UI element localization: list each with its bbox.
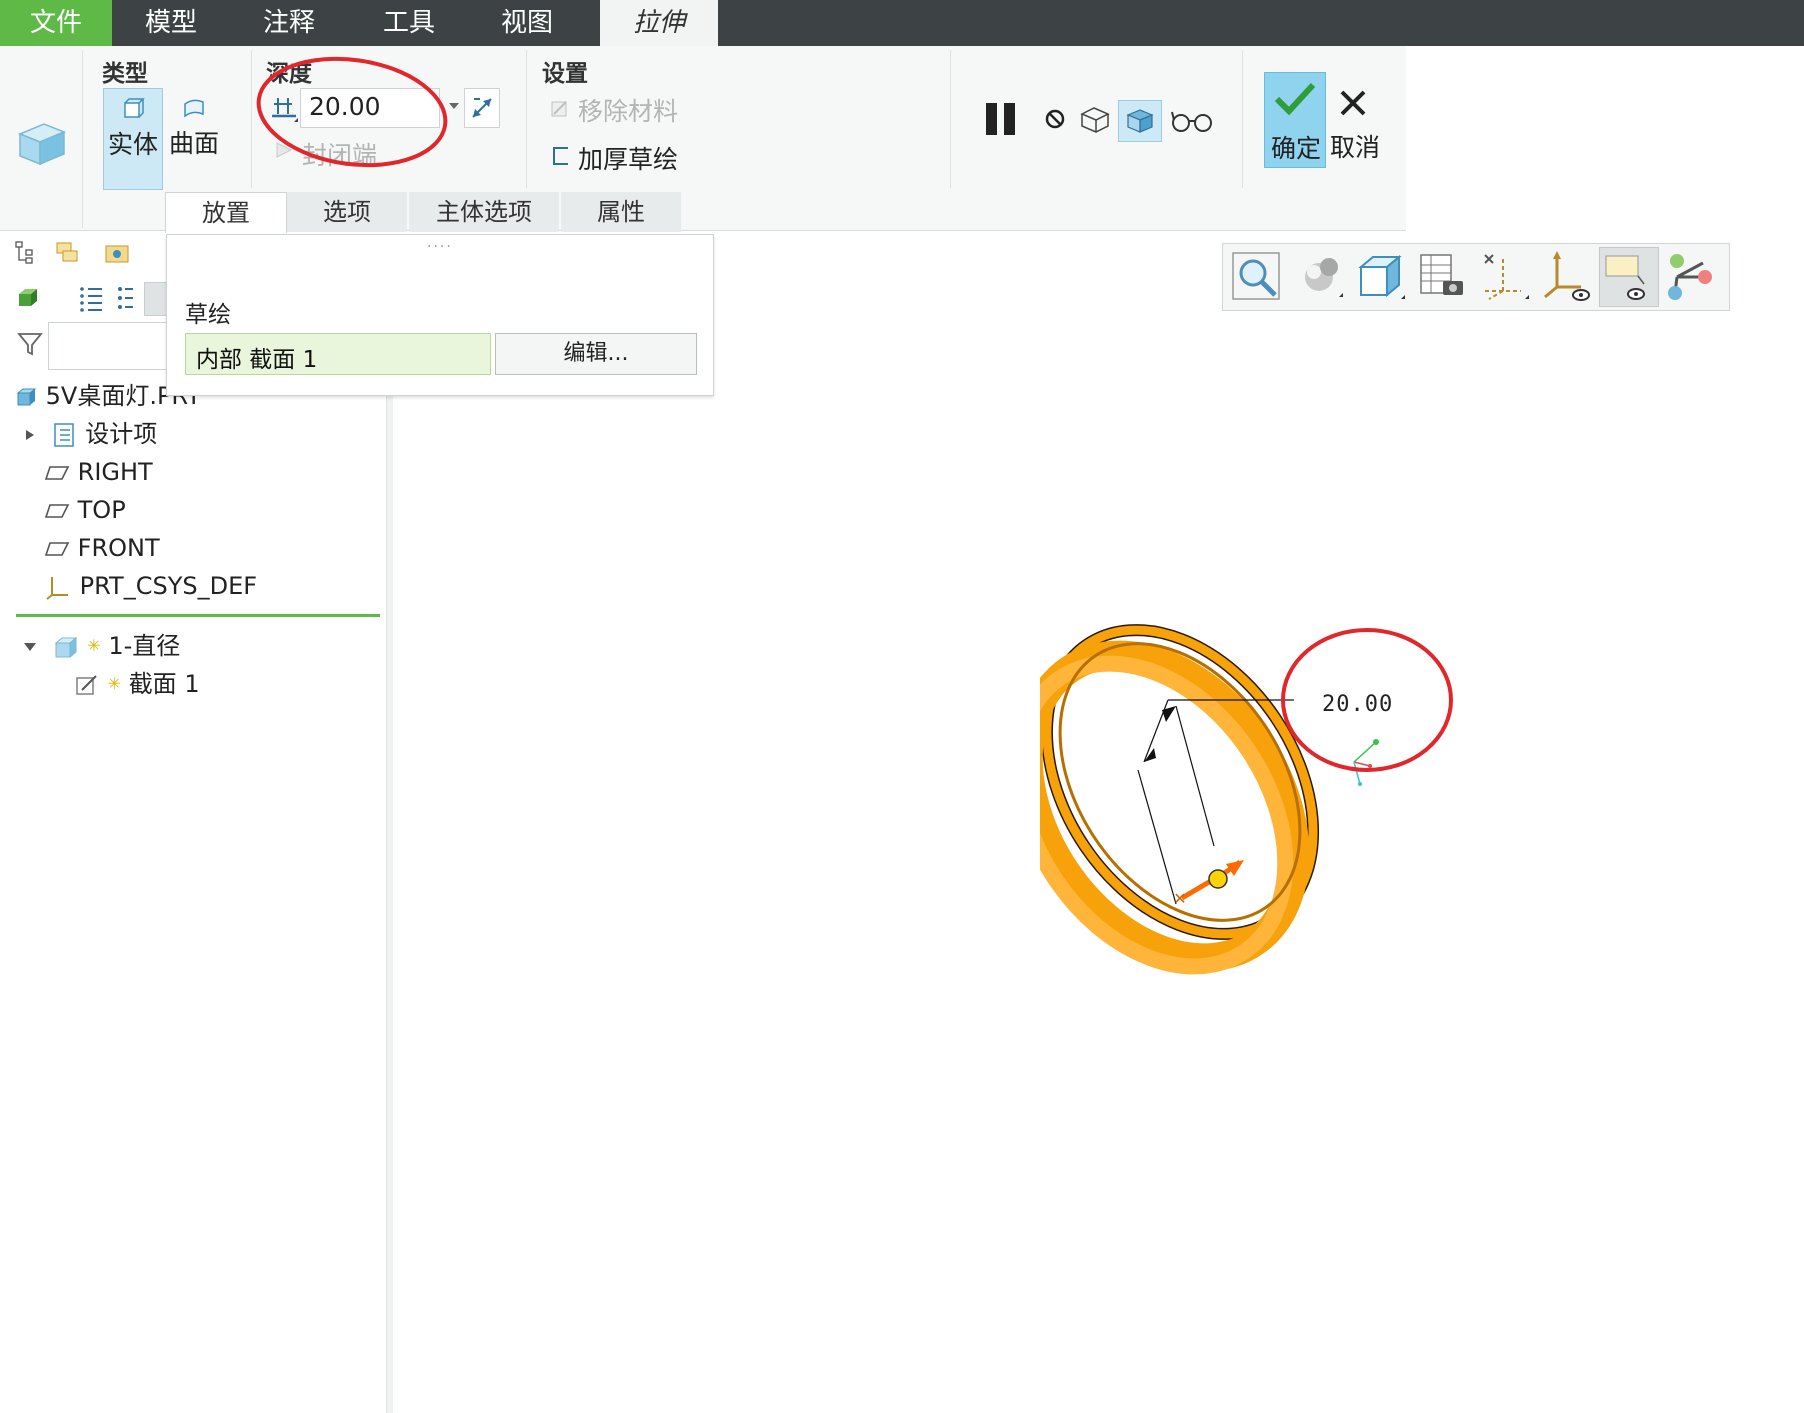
part-icon <box>16 388 37 406</box>
menu-model[interactable]: 模型 <box>118 0 224 46</box>
insert-here-marker[interactable] <box>16 614 380 617</box>
expand-arrow-icon[interactable] <box>22 427 38 443</box>
layer-tree-icon[interactable] <box>54 240 82 266</box>
checkmark-icon <box>1274 82 1316 116</box>
solid-button[interactable]: 实体 <box>103 88 163 190</box>
ribbon-divider <box>950 50 951 188</box>
surface-label: 曲面 <box>169 129 220 158</box>
view-manager-icon[interactable] <box>1413 247 1471 305</box>
tree-item-label: PRT_CSYS_DEF <box>79 572 258 600</box>
confirm-label: 确定 <box>1271 134 1322 163</box>
svg-text:✕: ✕ <box>1173 889 1186 908</box>
pane-splitter[interactable] <box>386 394 393 1413</box>
settings-group-label: 设置 <box>542 61 588 87</box>
tab-placement[interactable]: 放置 <box>165 192 287 233</box>
menu-tools[interactable]: 工具 <box>356 0 462 46</box>
ribbon-divider <box>1242 50 1243 188</box>
tree-item-front[interactable]: FRONT <box>44 530 160 566</box>
model-tree-icon[interactable] <box>14 240 38 266</box>
tree-search-input[interactable] <box>48 322 168 370</box>
menu-annotate[interactable]: 注释 <box>236 0 342 46</box>
datum-plane-icon <box>44 542 70 556</box>
ribbon-divider <box>526 50 527 188</box>
cancel-label: 取消 <box>1330 133 1381 162</box>
tree-item-label: TOP <box>77 496 126 524</box>
folder-browser-icon[interactable] <box>104 240 132 266</box>
tree-item-top[interactable]: TOP <box>44 492 126 528</box>
annotation-highlight-circle <box>256 56 448 168</box>
pause-icon[interactable] <box>982 100 1020 138</box>
annotation-display-button[interactable] <box>1599 247 1659 307</box>
tree-columns-button[interactable] <box>144 282 168 316</box>
new-feature-star-icon: ✳ <box>87 636 101 655</box>
dashboard-tab-bar: 放置 选项 主体选项 属性 <box>165 192 1406 233</box>
type-group-label: 类型 <box>102 61 148 87</box>
separate-preview-icon[interactable] <box>1078 104 1112 134</box>
extrude-icon <box>54 636 78 659</box>
menu-extrude-tab[interactable]: 拉伸 <box>600 0 718 46</box>
sketch-icon <box>76 675 97 695</box>
tree-item-label: RIGHT <box>77 458 153 486</box>
annotation-highlight-circle <box>1281 628 1453 772</box>
remove-material-icon <box>551 101 567 117</box>
tree-item-right[interactable]: RIGHT <box>44 454 153 490</box>
spin-center-icon[interactable] <box>1661 247 1719 305</box>
menu-view[interactable]: 视图 <box>474 0 580 46</box>
remove-material-label[interactable]: 移除材料 <box>578 92 678 128</box>
glasses-icon[interactable] <box>1170 108 1214 134</box>
tree-item-label: FRONT <box>77 534 160 562</box>
display-style-icon[interactable] <box>1289 247 1347 305</box>
filter-icon <box>17 333 43 356</box>
show-part-icon[interactable] <box>16 286 40 310</box>
panel-grip-handle[interactable]: ···· <box>427 239 453 255</box>
saved-orientations-icon[interactable] <box>1351 247 1409 305</box>
design-items-icon <box>53 423 74 447</box>
solid-icon <box>124 98 145 118</box>
sketch-label: 草绘 <box>185 302 231 328</box>
surface-icon <box>184 99 204 118</box>
refit-zoom-icon[interactable] <box>1227 247 1285 305</box>
confirm-button[interactable]: 确定 <box>1264 72 1326 168</box>
ribbon-divider <box>82 50 83 228</box>
tree-item-extrude-feature[interactable]: ✳ 1-直径 <box>22 628 180 664</box>
verify-preview-icon <box>1126 109 1154 133</box>
surface-button[interactable]: 曲面 <box>163 88 223 188</box>
tab-properties[interactable]: 属性 <box>561 192 681 232</box>
cancel-button[interactable]: 取消 <box>1326 72 1384 166</box>
tree-item-label: 1-直径 <box>108 632 181 660</box>
tree-list-icon[interactable] <box>78 284 106 312</box>
graphics-toolbar <box>1222 243 1730 311</box>
csys-display-icon[interactable] <box>1537 247 1595 305</box>
tree-item-design-items[interactable]: 设计项 <box>22 416 157 452</box>
extrude-feature-icon <box>18 123 66 166</box>
collapse-arrow-icon[interactable] <box>22 639 38 655</box>
edit-sketch-button[interactable]: 编辑... <box>495 333 697 375</box>
tab-options[interactable]: 选项 <box>287 192 407 232</box>
tree-item-section[interactable]: ✳ 截面 1 <box>74 666 200 702</box>
verify-preview-button[interactable] <box>1118 100 1162 142</box>
coordinate-system-icon <box>46 577 68 600</box>
sketch-collector-value: 内部 截面 1 <box>196 347 318 373</box>
thicken-sketch-icon <box>553 147 568 165</box>
tree-item-label: 截面 1 <box>128 670 200 698</box>
sketch-collector-field[interactable]: 内部 截面 1 <box>185 333 491 375</box>
annotation-display-icon <box>1605 255 1645 300</box>
menu-file[interactable]: 文件 <box>0 0 112 46</box>
tree-filter-icon[interactable] <box>116 284 136 312</box>
solid-label: 实体 <box>108 130 159 159</box>
tree-item-csys[interactable]: PRT_CSYS_DEF <box>44 568 257 604</box>
thicken-sketch-label[interactable]: 加厚草绘 <box>578 140 678 176</box>
tree-item-label: 设计项 <box>85 420 158 448</box>
placement-panel: ···· 草绘 内部 截面 1 编辑... <box>166 234 714 396</box>
new-feature-star-icon: ✳ <box>107 674 122 693</box>
datum-display-filters-icon[interactable] <box>1475 247 1533 305</box>
no-preview-icon[interactable] <box>1042 106 1068 132</box>
tab-body-options[interactable]: 主体选项 <box>409 192 559 232</box>
flip-arrow-icon <box>472 98 492 118</box>
flip-direction-button[interactable] <box>464 88 500 128</box>
datum-plane-icon <box>44 466 70 480</box>
close-icon <box>1340 90 1366 116</box>
datum-plane-icon <box>44 504 70 518</box>
